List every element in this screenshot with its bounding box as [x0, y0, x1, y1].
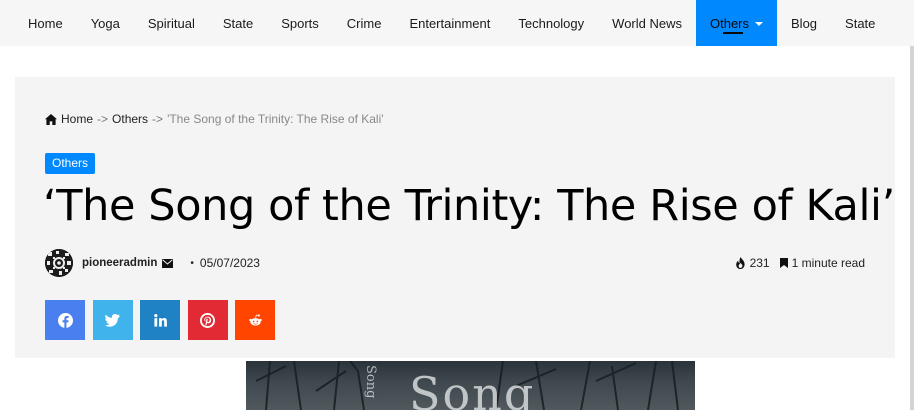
top-navigation: Home Yoga Spiritual State Sports Crime E…	[0, 0, 914, 46]
twitter-icon	[105, 313, 120, 327]
nav-item-spiritual[interactable]: Spiritual	[134, 0, 209, 46]
article-title: ‘The Song of the Trinity: The Rise of Ka…	[43, 181, 895, 231]
nav-item-state[interactable]: State	[209, 0, 267, 46]
envelope-icon[interactable]	[162, 258, 174, 268]
post-date: 05/07/2023	[199, 256, 260, 270]
bookmark-icon	[779, 258, 788, 268]
nav-item-technology[interactable]: Technology	[504, 0, 598, 46]
view-count: 231	[749, 256, 770, 270]
facebook-share-button[interactable]	[45, 300, 85, 340]
nav-item-sports[interactable]: Sports	[267, 0, 333, 46]
nav-label: Entertainment	[409, 15, 491, 31]
read-time: 1 minute read	[791, 256, 865, 270]
author-avatar-image	[45, 249, 73, 277]
nav-label: Blog	[791, 15, 818, 31]
nav-item-entertainment[interactable]: Entertainment	[395, 0, 504, 46]
nav-label: Crime	[346, 15, 382, 31]
facebook-icon	[57, 312, 73, 328]
nav-label: Home	[28, 15, 63, 31]
breadcrumb-current: 'The Song of the Trinity: The Rise of Ka…	[167, 112, 384, 126]
linkedin-share-button[interactable]	[140, 300, 180, 340]
nav-label: Yoga	[90, 15, 120, 31]
active-indicator	[722, 32, 743, 34]
social-share-bar	[45, 300, 283, 340]
meta-stats: 231 1 minute read	[735, 256, 865, 270]
twitter-share-button[interactable]	[92, 300, 133, 340]
nav-label: World News	[612, 15, 682, 31]
featured-image[interactable]: Song Song	[246, 361, 695, 410]
chevron-down-icon	[755, 21, 764, 26]
article-meta: pioneeradmin • 05/07/2023 231 1 minute r…	[45, 247, 865, 279]
page-scrollbar[interactable]	[910, 46, 914, 410]
avatar[interactable]	[45, 249, 73, 277]
article-header: Home -> Others -> 'The Song of the Trini…	[15, 77, 895, 358]
nav-item-world-news[interactable]: World News	[598, 0, 696, 46]
nav-label: State	[845, 15, 876, 31]
breadcrumb-separator: ->	[97, 112, 109, 126]
reddit-share-button[interactable]	[235, 300, 275, 340]
nav-item-yoga[interactable]: Yoga	[77, 0, 134, 46]
nav-item-home[interactable]: Home	[14, 0, 77, 46]
pinterest-share-button[interactable]	[187, 300, 228, 340]
category-badge[interactable]: Others	[45, 153, 96, 174]
breadcrumb-category-link[interactable]: Others	[112, 112, 148, 126]
home-icon	[45, 113, 57, 125]
nav-label: Sports	[281, 15, 319, 31]
nav-item-crime[interactable]: Crime	[333, 0, 396, 46]
nav-item-others[interactable]: Others	[696, 0, 778, 46]
breadcrumb: Home -> Others -> 'The Song of the Trini…	[45, 112, 384, 126]
linkedin-icon	[153, 313, 167, 327]
nav-label: Technology	[518, 15, 585, 31]
cover-text-vertical: Song	[363, 365, 378, 399]
fire-icon	[735, 257, 745, 269]
nav-item-blog[interactable]: Blog	[777, 0, 831, 46]
nav-label: Others	[710, 15, 750, 31]
reddit-icon	[248, 313, 262, 326]
author-link[interactable]: pioneeradmin	[82, 257, 157, 269]
nav-label: State	[222, 15, 254, 31]
meta-dot-separator: •	[190, 257, 194, 269]
nav-label: Spiritual	[147, 15, 195, 31]
breadcrumb-separator: ->	[152, 112, 164, 126]
pinterest-icon	[200, 312, 215, 328]
nav-item-state-2[interactable]: State	[831, 0, 889, 46]
cover-title-text: Song	[409, 367, 536, 410]
breadcrumb-home-link[interactable]: Home	[61, 112, 93, 126]
